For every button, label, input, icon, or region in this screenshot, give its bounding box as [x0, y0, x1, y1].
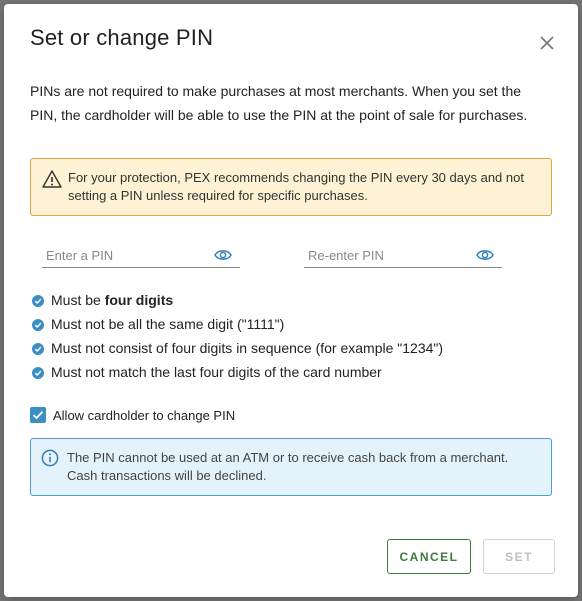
rule-text: Must not be all the same digit ("1111"): [51, 316, 285, 332]
dialog-title: Set or change PIN: [30, 25, 214, 50]
reenter-pin-field: [304, 242, 502, 268]
eye-icon[interactable]: [214, 248, 232, 262]
info-text: The PIN cannot be used at an ATM or to r…: [67, 450, 509, 483]
checkmark-icon: [32, 411, 44, 420]
check-circle-icon: [32, 295, 44, 307]
set-button[interactable]: SET: [483, 539, 555, 574]
set-pin-dialog: Set or change PIN PINs are not required …: [4, 4, 578, 597]
cancel-button[interactable]: CANCEL: [387, 539, 471, 574]
check-circle-icon: [32, 343, 44, 355]
rule-text: Must be four digits: [51, 292, 174, 308]
warning-text: For your protection, PEX recommends chan…: [68, 170, 524, 203]
info-icon: [41, 449, 59, 467]
pin-input[interactable]: [46, 245, 206, 265]
rule-text: Must not match the last four digits of t…: [51, 364, 382, 380]
warning-alert: For your protection, PEX recommends chan…: [30, 158, 552, 216]
close-button[interactable]: [536, 32, 558, 54]
close-icon: [540, 36, 554, 50]
allow-change-checkbox[interactable]: [30, 407, 46, 423]
warning-triangle-icon: [42, 170, 62, 188]
check-circle-icon: [32, 367, 44, 379]
info-alert: The PIN cannot be used at an ATM or to r…: [30, 438, 552, 496]
allow-change-label[interactable]: Allow cardholder to change PIN: [53, 408, 235, 423]
eye-icon[interactable]: [476, 248, 494, 262]
reenter-pin-input[interactable]: [308, 245, 468, 265]
check-circle-icon: [32, 319, 44, 331]
pin-field: [42, 242, 240, 268]
rule-text: Must not consist of four digits in seque…: [51, 340, 444, 356]
dialog-description: PINs are not required to make purchases …: [30, 83, 528, 123]
